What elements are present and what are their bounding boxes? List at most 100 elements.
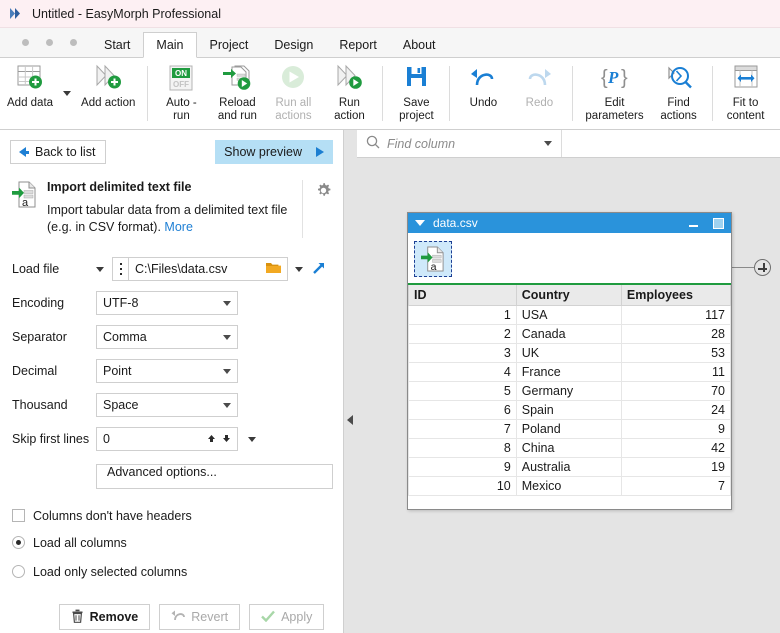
window-title: Untitled - EasyMorph Professional xyxy=(32,6,221,21)
load-file-menu-button[interactable] xyxy=(112,257,128,281)
load-file-history-caret[interactable] xyxy=(295,266,303,272)
cell-id[interactable]: 1 xyxy=(408,305,517,325)
cell-id[interactable]: 5 xyxy=(408,381,517,401)
cell-id[interactable]: 6 xyxy=(408,400,517,420)
minimize-icon[interactable] xyxy=(685,216,702,231)
columns-no-headers-checkbox[interactable]: Columns don't have headers xyxy=(12,503,333,528)
cell-country[interactable]: Germany xyxy=(515,381,622,401)
decimal-select[interactable]: Point xyxy=(96,359,238,383)
load-file-mode-caret[interactable] xyxy=(96,266,104,272)
cell-id[interactable]: 3 xyxy=(408,343,517,363)
cell-country[interactable]: China xyxy=(515,438,622,458)
load-selected-columns-radio[interactable]: Load only selected columns xyxy=(12,557,333,586)
column-header-id[interactable]: ID xyxy=(408,283,517,306)
tab-design[interactable]: Design xyxy=(261,32,326,57)
cell-employees[interactable]: 7 xyxy=(620,476,731,496)
cell-employees[interactable]: 53 xyxy=(620,343,731,363)
spinner-down-icon[interactable] xyxy=(222,432,231,446)
auto-run-toggle[interactable]: ON OFF Auto - run xyxy=(153,58,209,129)
cell-employees[interactable]: 28 xyxy=(620,324,731,344)
remove-label: Remove xyxy=(89,610,139,624)
cell-country[interactable]: Australia xyxy=(515,457,622,477)
triangle-down-icon[interactable] xyxy=(415,220,425,226)
cell-country[interactable]: Spain xyxy=(515,400,622,420)
cell-country[interactable]: France xyxy=(515,362,622,382)
cell-country[interactable]: UK xyxy=(515,343,622,363)
apply-button[interactable]: Apply xyxy=(249,604,325,630)
cell-employees[interactable]: 42 xyxy=(620,438,731,458)
separator-select[interactable]: Comma xyxy=(96,325,238,349)
revert-button[interactable]: Revert xyxy=(159,604,241,630)
gear-icon[interactable] xyxy=(313,180,333,199)
load-all-columns-radio[interactable]: Load all columns xyxy=(12,528,333,557)
cell-id[interactable]: 10 xyxy=(408,476,517,496)
find-column-input[interactable]: Find column xyxy=(357,130,562,157)
cell-country[interactable]: Canada xyxy=(515,324,622,344)
edit-parameters-button[interactable]: { P } Edit parameters xyxy=(578,58,650,129)
plus-circle-icon[interactable] xyxy=(754,259,771,276)
add-data-dropdown-caret[interactable] xyxy=(60,58,74,129)
cell-employees[interactable]: 9 xyxy=(620,419,731,439)
chevron-down-icon[interactable] xyxy=(544,141,552,146)
tab-report[interactable]: Report xyxy=(326,32,390,57)
decimal-label: Decimal xyxy=(12,364,58,378)
node-connector-line xyxy=(732,267,754,268)
spinner-up-icon[interactable] xyxy=(207,432,216,446)
cell-id[interactable]: 7 xyxy=(408,419,517,439)
data-preview-table[interactable]: ID Country Employees 1 USA 117 2 Canada … xyxy=(408,283,731,496)
run-all-actions-button[interactable]: Run all actions xyxy=(265,58,321,129)
add-data-button[interactable]: Add data xyxy=(0,58,60,129)
undo-button[interactable]: Undo xyxy=(455,58,511,129)
table-plus-icon xyxy=(14,62,46,94)
column-header-employees[interactable]: Employees xyxy=(620,283,731,306)
load-file-row: Load file C:\Files\data.csv xyxy=(12,252,333,286)
remove-button[interactable]: Remove xyxy=(58,604,151,630)
cell-id[interactable]: 9 xyxy=(408,457,517,477)
find-actions-button[interactable]: Find actions xyxy=(651,58,707,129)
cell-employees[interactable]: 11 xyxy=(620,362,731,382)
cell-id[interactable]: 4 xyxy=(408,362,517,382)
open-external-icon[interactable] xyxy=(309,261,326,278)
back-to-list-button[interactable]: Back to list xyxy=(10,140,107,164)
show-preview-button[interactable]: Show preview xyxy=(215,140,333,164)
save-project-button[interactable]: Save project xyxy=(388,58,444,129)
skip-first-lines-input[interactable]: 0 xyxy=(96,427,238,451)
thousand-select[interactable]: Space xyxy=(96,393,238,417)
fit-to-content-button[interactable]: Fit to content xyxy=(718,58,774,129)
advanced-options-button[interactable]: Advanced options... xyxy=(96,464,333,489)
encoding-select[interactable]: UTF-8 xyxy=(96,291,238,315)
run-action-button[interactable]: Run action xyxy=(321,58,377,129)
tab-main[interactable]: Main xyxy=(143,32,197,58)
cell-country[interactable]: Poland xyxy=(515,419,622,439)
cell-employees[interactable]: 117 xyxy=(620,305,731,325)
column-header-country[interactable]: Country xyxy=(515,283,622,306)
more-link[interactable]: More xyxy=(164,220,192,234)
tab-about[interactable]: About xyxy=(390,32,449,57)
skip-first-lines-dropdown-caret[interactable] xyxy=(248,436,256,442)
import-text-file-node-icon[interactable]: a xyxy=(414,241,452,277)
tab-project[interactable]: Project xyxy=(197,32,262,57)
cell-employees[interactable]: 19 xyxy=(620,457,731,477)
load-file-input[interactable]: C:\Files\data.csv xyxy=(128,257,288,281)
maximize-icon[interactable] xyxy=(710,216,727,231)
folder-icon[interactable] xyxy=(266,261,281,277)
cell-country[interactable]: USA xyxy=(515,305,622,325)
action-description: Import tabular data from a delimited tex… xyxy=(47,202,294,236)
cell-id[interactable]: 8 xyxy=(408,438,517,458)
chevron-down-icon xyxy=(248,436,256,442)
data-window-titlebar[interactable]: data.csv xyxy=(408,213,731,233)
data-preview-window[interactable]: data.csv a ID Country Employees 1 USA 11… xyxy=(407,212,732,510)
cell-employees[interactable]: 70 xyxy=(620,381,731,401)
project-canvas[interactable]: data.csv a ID Country Employees 1 USA 11… xyxy=(357,159,780,633)
reload-and-run-button[interactable]: Reload and run xyxy=(209,58,265,129)
cell-employees[interactable]: 24 xyxy=(620,400,731,420)
panel-splitter[interactable] xyxy=(345,130,357,633)
tab-start[interactable]: Start xyxy=(91,32,143,57)
redo-button[interactable]: Redo xyxy=(511,58,567,129)
ribbon-separator-5 xyxy=(711,66,713,121)
window-dot-2 xyxy=(46,38,53,46)
add-action-button[interactable]: Add action xyxy=(74,58,142,129)
cell-country[interactable]: Mexico xyxy=(515,476,622,496)
collapse-panel-icon[interactable] xyxy=(347,415,353,425)
cell-id[interactable]: 2 xyxy=(408,324,517,344)
